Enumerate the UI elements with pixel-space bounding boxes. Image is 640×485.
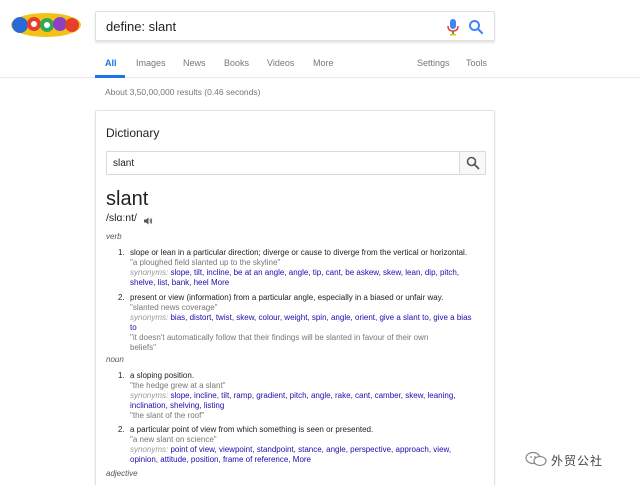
synonyms-list[interactable]: shelve, list, bank, heel <box>130 278 209 287</box>
tab-videos[interactable]: Videos <box>267 58 294 68</box>
results-stats: About 3,50,00,000 results (0.46 seconds) <box>105 87 261 97</box>
definition: a particular point of view from which so… <box>130 425 374 434</box>
synonyms: synonyms: point of view, viewpoint, stan… <box>130 445 485 455</box>
example: "a new slant on science" <box>130 435 217 444</box>
synonyms-label: synonyms: <box>130 268 169 277</box>
example: "the slant of the roof" <box>130 411 205 420</box>
speaker-icon[interactable] <box>143 213 153 225</box>
definition: a sloping position. <box>130 371 195 380</box>
tab-all[interactable]: All <box>105 58 117 68</box>
synonyms-cont: shelve, list, bank, heel More <box>130 278 485 288</box>
pos-noun: noun <box>106 355 124 364</box>
tab-news[interactable]: News <box>183 58 206 68</box>
synonyms-list[interactable]: slope, tilt, incline, be at an angle, an… <box>170 268 459 277</box>
tab-more[interactable]: More <box>313 58 334 68</box>
dictionary-search[interactable]: slant <box>106 151 486 175</box>
example: "it doesn't automatically follow that th… <box>130 333 429 342</box>
watermark-text: 外贸公社 <box>551 454 604 468</box>
example-cont: beliefs" <box>130 343 156 352</box>
synonyms-list[interactable]: opinion, attitude, position, frame of re… <box>130 455 291 464</box>
synonyms-cont[interactable]: inclination, shelving, listing <box>130 401 485 411</box>
header: define: slant All Images News Books Vide… <box>0 0 640 78</box>
sense-number: 2. <box>118 425 125 434</box>
dictionary-card: Dictionary slant slant /slɑːnt/ verb 1. … <box>95 110 495 485</box>
synonyms-label: synonyms: <box>130 391 169 400</box>
synonyms-cont: opinion, attitude, position, frame of re… <box>130 455 485 465</box>
dictionary-search-button[interactable] <box>459 152 485 174</box>
synonyms-list[interactable]: slope, incline, tilt, ramp, gradient, pi… <box>170 391 455 400</box>
synonyms-list[interactable]: point of view, viewpoint, standpoint, st… <box>170 445 451 454</box>
search-icon <box>466 156 480 170</box>
active-tab-indicator <box>95 75 125 78</box>
search-icon[interactable] <box>468 19 484 35</box>
headword: slant <box>106 188 149 210</box>
pronunciation: /slɑːnt/ <box>106 212 137 224</box>
synonyms: synonyms: bias, distort, twist, skew, co… <box>130 313 485 323</box>
definition: present or view (information) from a par… <box>130 293 444 302</box>
synonyms: synonyms: slope, tilt, incline, be at an… <box>130 268 485 278</box>
mic-icon[interactable] <box>446 18 460 36</box>
tab-books[interactable]: Books <box>224 58 249 68</box>
synonyms-label: synonyms: <box>130 445 169 454</box>
synonyms-label: synonyms: <box>130 313 169 322</box>
example: "slanted news coverage" <box>130 303 218 312</box>
google-doodle-logo[interactable] <box>10 12 82 38</box>
synonyms-cont[interactable]: to <box>130 323 485 333</box>
sense-number: 2. <box>118 293 125 302</box>
synonyms: synonyms: slope, incline, tilt, ramp, gr… <box>130 391 485 401</box>
pos-verb: verb <box>106 232 122 241</box>
search-tabs: All Images News Books Videos More Settin… <box>0 52 640 78</box>
synonyms-list[interactable]: bias, distort, twist, skew, colour, weig… <box>170 313 471 322</box>
more-synonyms-link[interactable]: More <box>211 278 229 287</box>
more-synonyms-link[interactable]: More <box>293 455 311 464</box>
dictionary-search-input[interactable]: slant <box>113 158 134 169</box>
card-title: Dictionary <box>106 126 160 140</box>
search-input[interactable]: define: slant <box>106 19 176 34</box>
pos-adjective: adjective <box>106 469 138 478</box>
example: "the hedge grew at a slant" <box>130 381 226 390</box>
definition: slope or lean in a particular direction;… <box>130 248 468 257</box>
tab-settings[interactable]: Settings <box>417 58 450 68</box>
tab-tools[interactable]: Tools <box>466 58 487 68</box>
search-box[interactable]: define: slant <box>95 11 495 41</box>
wechat-watermark: 外贸公社 <box>525 449 635 469</box>
tab-images[interactable]: Images <box>136 58 166 68</box>
sense-number: 1. <box>118 248 125 257</box>
wechat-logo-icon <box>525 451 547 467</box>
example: "a ploughed field slanted up to the skyl… <box>130 258 281 267</box>
sense-number: 1. <box>118 371 125 380</box>
